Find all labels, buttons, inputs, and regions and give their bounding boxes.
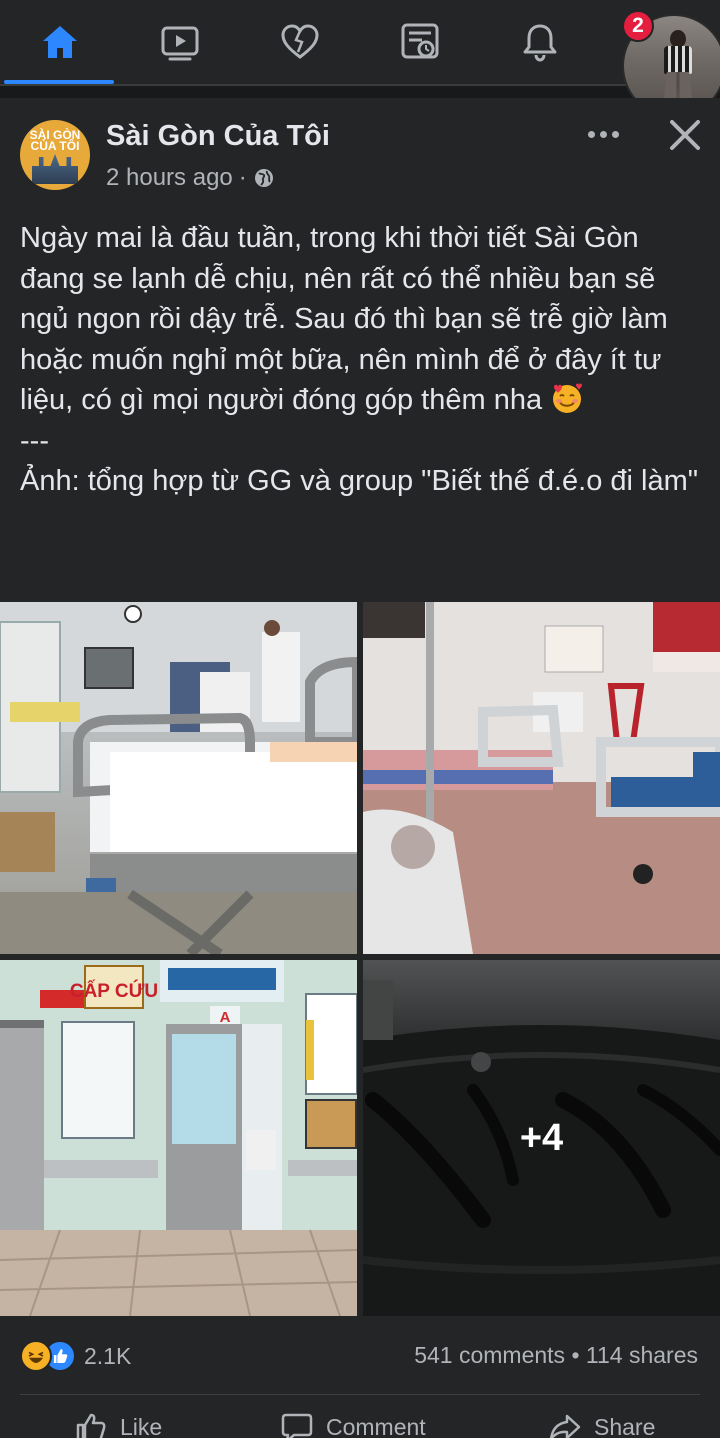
home-tab[interactable] (20, 10, 100, 74)
heart-icon (281, 24, 319, 59)
notifications-tab[interactable] (500, 10, 580, 74)
globe-icon (254, 169, 273, 187)
comment-count[interactable]: 541 comments (414, 1342, 565, 1368)
reaction-summary[interactable]: 2.1K (20, 1338, 131, 1374)
comment-button[interactable]: Comment (280, 1410, 426, 1438)
stat-separator: • (571, 1342, 580, 1368)
notification-badge: 2 (622, 10, 654, 42)
bell-icon (523, 24, 557, 62)
feed-post: SÀI GÒN CỦA TÔI Sài Gòn Của Tôi 2 hours a… (0, 98, 720, 1438)
news-feed-icon (401, 23, 439, 59)
post-more-options-button[interactable] (580, 116, 626, 152)
meta-separator: · (238, 164, 247, 191)
door-label: A (220, 1009, 231, 1026)
post-timestamp[interactable]: 2 hours ago (106, 164, 233, 192)
page-avatar[interactable]: SÀI GÒN CỦA TÔI (20, 120, 90, 190)
more-dots-icon (587, 130, 595, 138)
haha-reaction-icon (20, 1340, 52, 1372)
comment-label: Comment (326, 1413, 426, 1438)
share-label: Share (594, 1413, 656, 1438)
post-body: Ngày mai là đầu tuần, trong khi thời tiế… (20, 218, 710, 502)
post-stats: 541 comments • 114 shares (414, 1342, 698, 1369)
post-body-caption: --- Ảnh: tổng hợp từ GG và group "Biết t… (20, 424, 699, 498)
close-icon[interactable] (664, 114, 706, 156)
share-icon (549, 1414, 581, 1438)
share-count[interactable]: 114 shares (586, 1342, 698, 1368)
photo-emergency-room[interactable]: CẤP CỨU A (0, 960, 357, 1316)
video-tab[interactable] (140, 10, 220, 74)
feeds-tab[interactable] (380, 10, 460, 74)
more-photos-overlay[interactable]: +4 (363, 960, 720, 1316)
reaction-count: 2.1K (84, 1342, 132, 1369)
comment-icon (281, 1413, 313, 1438)
actions-divider (20, 1394, 700, 1395)
top-navigation (0, 0, 720, 86)
avatar-building-icon (32, 154, 78, 184)
page-name[interactable]: Sài Gòn Của Tôi (106, 120, 330, 153)
post-meta: 2 hours ago · (106, 164, 275, 192)
share-button[interactable]: Share (548, 1410, 655, 1438)
photo-hospital-room[interactable] (363, 602, 720, 954)
like-button[interactable]: Like (74, 1410, 162, 1438)
like-label: Like (120, 1413, 163, 1438)
smiling-face-with-hearts-icon (553, 383, 583, 413)
home-icon (43, 26, 77, 58)
photo-grid: CẤP CỨU A +4 (0, 602, 720, 1318)
post-actions: Like Comment Share (0, 1410, 720, 1438)
thumbs-up-icon (76, 1413, 106, 1438)
nav-divider (0, 84, 720, 86)
dating-tab[interactable] (260, 10, 340, 74)
photo-hospital-bed[interactable] (0, 602, 357, 954)
cap-cuu-sign: CẤP CỨU (70, 980, 158, 1002)
video-icon (161, 26, 199, 61)
